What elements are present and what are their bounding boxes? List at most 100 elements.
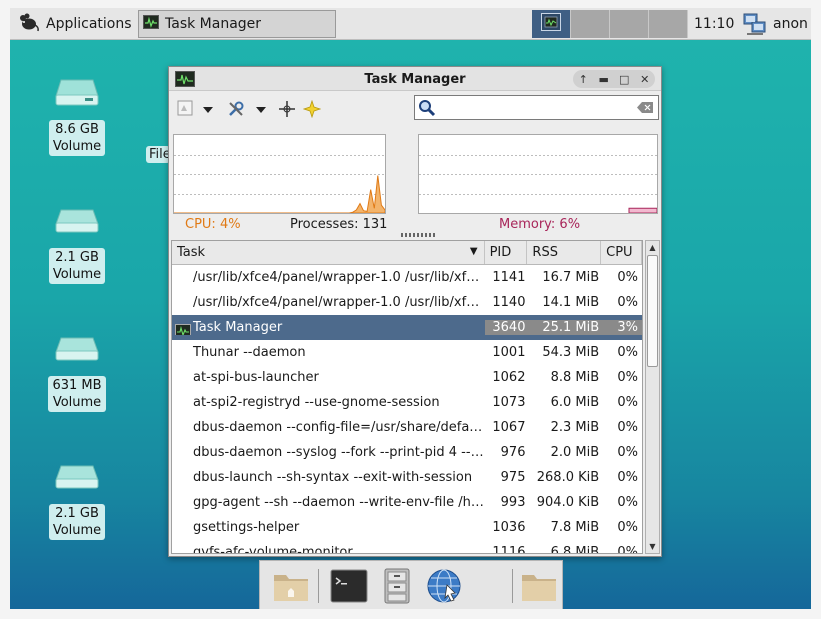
column-header-rss[interactable]: RSS	[527, 241, 602, 264]
volume-name-label: Volume	[52, 267, 102, 282]
table-row[interactable]: dbus-launch --sh-syntax --exit-with-sess…	[172, 465, 642, 490]
folder-icon[interactable]	[520, 567, 558, 605]
task-cell: at-spi2-registryd --use-gnome-session	[172, 395, 485, 410]
workspace-3-button[interactable]	[610, 10, 649, 38]
rss-cell: 54.3 MiB	[542, 345, 600, 360]
web-browser-globe-icon[interactable]	[425, 567, 463, 605]
task-cell: gvfs-afc-volume-monitor	[172, 545, 485, 554]
table-row[interactable]: /usr/lib/xfce4/panel/wrapper-1.0 /usr/li…	[172, 290, 642, 315]
table-row[interactable]: at-spi-bus-launcher 1062 8.8 MiB 0%	[172, 365, 642, 390]
close-button[interactable]: ✕	[636, 73, 654, 86]
volume-size-label: 2.1 GB	[55, 506, 99, 521]
clock[interactable]: 11:10	[694, 16, 734, 32]
task-name: gsettings-helper	[193, 520, 300, 535]
column-header-task[interactable]: Task ▼	[172, 241, 485, 264]
chevron-down-icon[interactable]	[256, 103, 266, 118]
volume-name-label: Volume	[52, 139, 102, 154]
table-row[interactable]: /usr/lib/xfce4/panel/wrapper-1.0 /usr/li…	[172, 265, 642, 290]
task-name: gpg-agent --sh --daemon --write-env-file…	[193, 495, 485, 510]
network-computers-icon[interactable]	[743, 12, 767, 36]
desktop-file-label-partial[interactable]: File	[146, 146, 170, 163]
table-row[interactable]: gvfs-afc-volume-monitor 1116 6.8 MiB 0%	[172, 540, 642, 554]
workspace-1-button[interactable]	[532, 10, 571, 38]
pid-cell: 1140	[492, 295, 526, 310]
bottom-dock	[259, 560, 563, 609]
task-name: /usr/lib/xfce4/panel/wrapper-1.0 /usr/li…	[193, 295, 485, 310]
task-name: dbus-launch --sh-syntax --exit-with-sess…	[193, 470, 473, 485]
window-titlebar[interactable]: Task Manager ↑ ▬ □ ✕	[169, 67, 661, 91]
memory-history-graph	[418, 134, 658, 214]
workspace-4-button[interactable]	[649, 10, 688, 38]
cpu-cell: 3%	[601, 320, 642, 335]
pid-cell: 1067	[492, 420, 526, 435]
preferences-button[interactable]	[227, 100, 245, 122]
volume-size-label: 8.6 GB	[55, 122, 99, 137]
dock-separator	[318, 569, 319, 603]
desktop-volume-icon[interactable]: 2.1 GB Volume	[46, 462, 108, 540]
clear-icon[interactable]	[637, 102, 653, 117]
task-name: gvfs-afc-volume-monitor	[193, 545, 353, 554]
sparkle-icon[interactable]	[302, 99, 322, 122]
drive-icon	[46, 78, 108, 110]
task-cell: Thunar --daemon	[172, 345, 485, 360]
task-cell: gsettings-helper	[172, 520, 485, 535]
rss-cell: 904.0 KiB	[536, 495, 600, 510]
scroll-down-arrow-icon[interactable]: ▼	[646, 540, 659, 553]
home-folder-icon[interactable]	[272, 567, 310, 605]
process-count-label: Processes: 131	[290, 217, 388, 232]
volume-name-label: Volume	[52, 523, 102, 538]
task-cell: /usr/lib/xfce4/panel/wrapper-1.0 /usr/li…	[172, 270, 485, 285]
rss-cell: 25.1 MiB	[527, 320, 602, 335]
minimize-button[interactable]: ▬	[595, 73, 613, 86]
desktop-volume-icon[interactable]: 2.1 GB Volume	[46, 206, 108, 284]
pane-resize-handle[interactable]	[401, 233, 435, 237]
roll-up-button[interactable]: ↑	[574, 73, 592, 86]
table-row[interactable]: gpg-agent --sh --daemon --write-env-file…	[172, 490, 642, 515]
cpu-usage-label: CPU: 4%	[185, 217, 241, 232]
task-cell: dbus-daemon --config-file=/usr/share/def…	[172, 420, 485, 435]
cpu-history-graph	[173, 134, 386, 214]
task-cell: dbus-launch --sh-syntax --exit-with-sess…	[172, 470, 485, 485]
activity-monitor-icon	[175, 324, 191, 335]
column-header-pid[interactable]: PID	[485, 241, 528, 264]
chevron-down-icon[interactable]	[203, 103, 213, 118]
vertical-scrollbar[interactable]: ▲ ▼	[645, 240, 660, 554]
top-panel: Applications Task Manager 11:10 anon	[10, 8, 811, 40]
task-name: at-spi2-registryd --use-gnome-session	[193, 395, 440, 410]
taskbar-item-task-manager[interactable]: Task Manager	[138, 10, 336, 38]
task-name: Task Manager	[193, 320, 283, 335]
table-row[interactable]: dbus-daemon --syslog --fork --print-pid …	[172, 440, 642, 465]
column-header-cpu[interactable]: CPU	[601, 241, 642, 264]
applications-menu-button[interactable]: Applications	[12, 10, 136, 38]
workspace-2-button[interactable]	[571, 10, 610, 38]
toolbar	[169, 91, 661, 125]
table-row[interactable]: gsettings-helper 1036 7.8 MiB 0%	[172, 515, 642, 540]
drive-icon	[46, 334, 108, 366]
desktop-volume-icon[interactable]: 8.6 GB Volume	[46, 78, 108, 156]
crosshair-icon[interactable]	[278, 100, 296, 122]
table-row[interactable]: Thunar --daemon 1001 54.3 MiB 0%	[172, 340, 642, 365]
pid-cell: 975	[500, 470, 526, 485]
task-name: at-spi-bus-launcher	[193, 370, 319, 385]
view-options-button[interactable]	[177, 100, 193, 120]
screen: Applications Task Manager 11:10 anon 8.6…	[10, 8, 811, 609]
rss-cell: 7.8 MiB	[550, 520, 600, 535]
maximize-button[interactable]: □	[615, 73, 633, 86]
terminal-icon[interactable]	[330, 567, 368, 605]
table-row[interactable]: Task Manager 3640 25.1 MiB 3%	[172, 315, 642, 340]
task-name: /usr/lib/xfce4/panel/wrapper-1.0 /usr/li…	[193, 270, 485, 285]
window-controls: ↑ ▬ □ ✕	[573, 70, 655, 88]
scrollbar-thumb[interactable]	[647, 255, 658, 367]
search-input[interactable]	[439, 99, 629, 117]
dock-separator	[512, 569, 513, 603]
file-cabinet-icon[interactable]	[378, 567, 416, 605]
pid-cell: 976	[500, 445, 526, 460]
table-row[interactable]: dbus-daemon --config-file=/usr/share/def…	[172, 415, 642, 440]
user-name[interactable]: anon	[773, 16, 808, 32]
desktop-volume-icon[interactable]: 631 MB Volume	[46, 334, 108, 412]
scroll-up-arrow-icon[interactable]: ▲	[646, 241, 659, 254]
rss-cell: 2.0 MiB	[550, 445, 600, 460]
volume-size-label: 2.1 GB	[55, 250, 99, 265]
table-row[interactable]: at-spi2-registryd --use-gnome-session 107…	[172, 390, 642, 415]
search-field[interactable]	[414, 95, 659, 120]
